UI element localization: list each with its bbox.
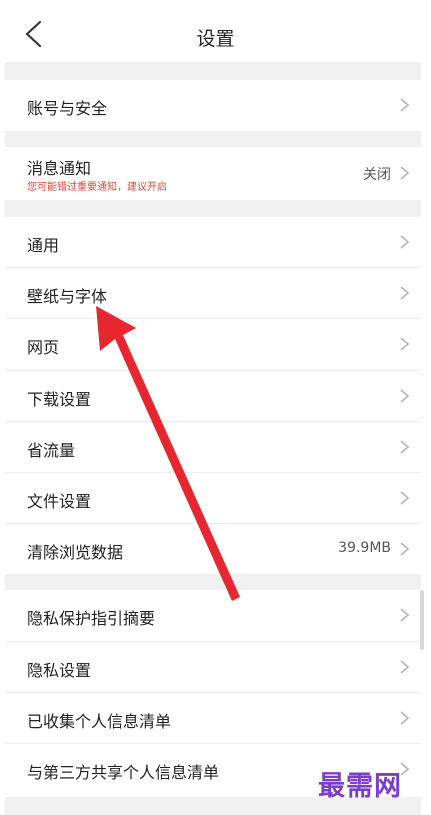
settings-item-download[interactable]: 下载设置 [5,371,421,422]
chevron-right-icon [400,235,409,249]
chevron-right-icon [400,711,409,725]
notification-warning-text: 您可能错过重要通知，建议开启 [27,182,167,193]
item-label: 消息通知 [27,159,92,178]
item-label: 账号与安全 [27,99,108,118]
item-label: 网页 [27,338,60,357]
settings-item-account-security[interactable]: 账号与安全 [5,80,421,131]
section-divider [5,131,421,147]
item-label: 下载设置 [27,390,92,409]
settings-item-notifications[interactable]: 消息通知 您可能错过重要通知，建议开启 关闭 [5,147,421,200]
item-label: 已收集个人信息清单 [27,712,172,731]
chevron-right-icon [400,491,409,505]
settings-item-privacy-settings[interactable]: 隐私设置 [5,642,421,693]
item-label: 壁纸与字体 [27,287,108,306]
chevron-right-icon [400,98,409,112]
item-label: 隐私保护指引摘要 [27,609,156,628]
chevron-right-icon [400,166,409,180]
header-bar: 设置 [0,0,431,62]
section-divider [5,574,421,590]
chevron-right-icon [400,660,409,674]
settings-item-data-saver[interactable]: 省流量 [5,422,421,473]
chevron-right-icon [400,337,409,351]
settings-item-webpage[interactable]: 网页 [5,319,421,371]
scrollbar[interactable] [420,590,424,650]
watermark-logo: 最需网 [318,771,402,802]
settings-item-collected-info-list[interactable]: 已收集个人信息清单 [5,693,421,744]
item-label: 隐私设置 [27,661,92,680]
item-label: 与第三方共享个人信息清单 [27,763,220,782]
chevron-right-icon [400,389,409,403]
chevron-right-icon [400,440,409,454]
cache-size-value: 39.9MB [338,540,391,556]
item-label: 清除浏览数据 [27,543,124,562]
settings-item-clear-browsing-data[interactable]: 清除浏览数据 39.9MB [5,524,421,574]
item-label: 省流量 [27,441,76,460]
chevron-right-icon [400,286,409,300]
chevron-right-icon [400,542,409,556]
item-label: 通用 [27,236,60,255]
settings-item-file[interactable]: 文件设置 [5,473,421,524]
settings-item-privacy-summary[interactable]: 隐私保护指引摘要 [5,590,421,642]
notification-status-value: 关闭 [363,167,391,183]
section-divider [5,200,421,217]
chevron-right-icon [400,608,409,622]
section-divider [5,62,421,80]
settings-item-wallpaper-font[interactable]: 壁纸与字体 [5,268,421,319]
item-label: 文件设置 [27,492,92,511]
settings-item-general[interactable]: 通用 [5,217,421,268]
page-title: 设置 [196,28,235,50]
